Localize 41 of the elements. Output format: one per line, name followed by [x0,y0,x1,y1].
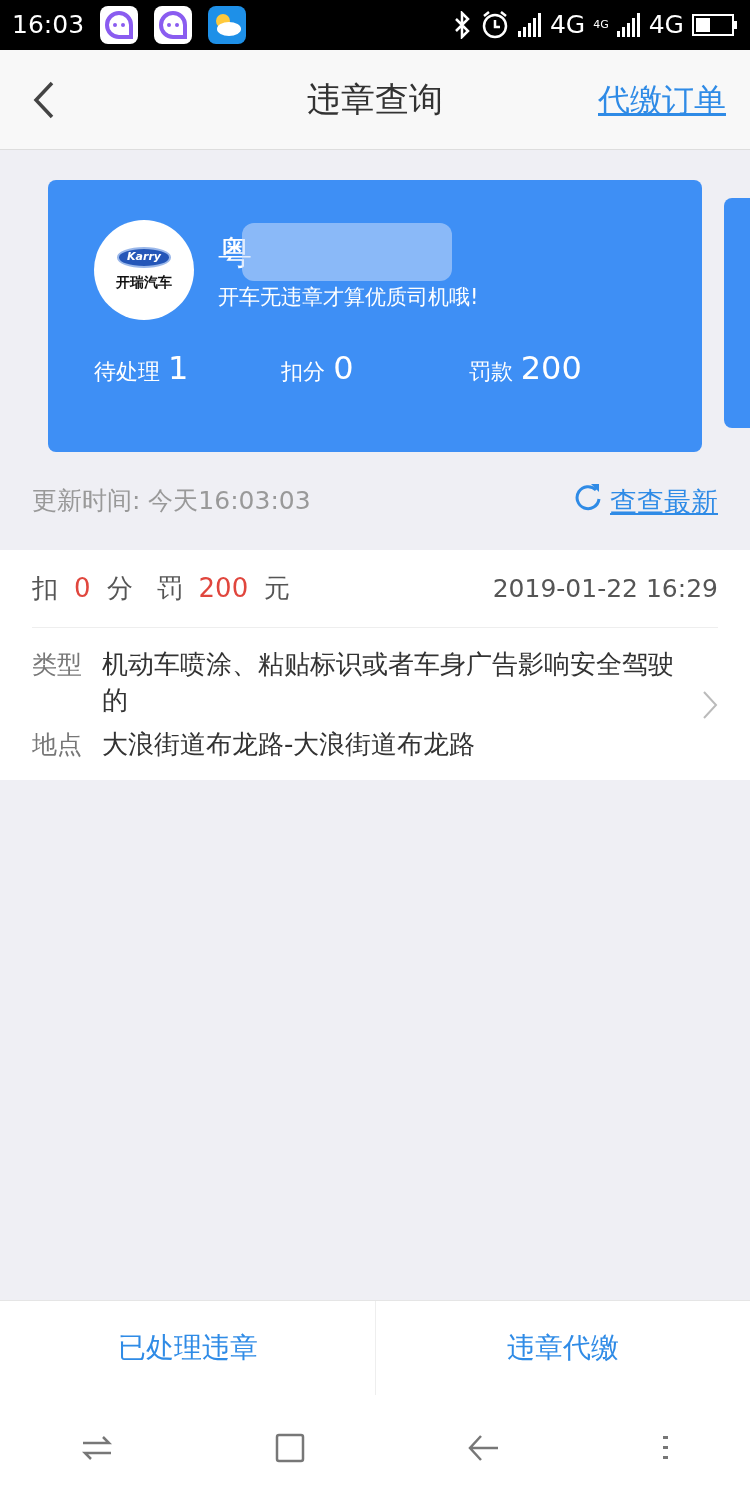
stat-label: 待处理 [94,358,160,386]
page-title: 违章查询 [307,78,443,121]
type-label: 类型 [32,649,83,681]
place-label: 地点 [32,729,83,761]
violation-type: 机动车喷涂、粘贴标识或者车身广告影响安全驾驶的 [102,648,675,717]
clock-text: 16:03 [12,9,85,42]
weather-app-icon [208,6,247,44]
signal-icon [517,13,542,37]
violation-time: 2019-01-22 16:29 [492,572,718,605]
battery-icon [692,14,738,36]
deduct-label: 扣 [32,572,58,605]
fine-unit: 元 [264,572,291,605]
chat-app-icon [154,6,193,44]
violation-place: 大浪街道布龙路-大浪街道布龙路 [102,728,477,761]
bottom-tab[interactable]: 已处理违章 [0,1300,375,1396]
plate-number: 粤 [218,231,252,272]
home-icon[interactable] [275,1432,305,1463]
stat-value: 0 [333,348,354,389]
refresh-link[interactable]: 查查最新 [610,482,718,523]
slogan-text: 开车无违章才算优质司机哦! [218,283,479,311]
fine-label: 罚 [156,572,183,605]
orders-link[interactable]: 代缴订单 [598,76,726,124]
back-icon[interactable] [32,80,56,120]
stat-label: 罚款 [468,358,513,386]
fine-value: 200 [198,572,249,605]
network-text: 4G [648,9,684,42]
stat-value: 200 [520,348,582,389]
update-time-text: 更新时间: 今天16:03:03 [32,485,311,517]
signal-icon [616,13,641,37]
stat-label: 扣分 [281,358,326,386]
points-unit: 分 [106,572,133,605]
network-text: 4G [593,16,609,33]
refresh-icon[interactable] [574,482,602,512]
brand-name: 开瑞汽车 [116,272,172,292]
chevron-right-icon [702,689,718,720]
brand-mark: Karry [117,247,171,268]
network-text: 4G [549,9,586,42]
violation-item[interactable]: 扣 0 分 罚 200 元 2019-01-22 16:29 类型 机动车喷涂、粘贴标识或者车身广告影响安全驾驶的 地点 大浪街道布龙路-大浪街道布龙路 [0,550,750,780]
points-value: 0 [74,572,91,605]
chat-app-icon [100,6,139,44]
stat-value: 1 [168,348,189,389]
